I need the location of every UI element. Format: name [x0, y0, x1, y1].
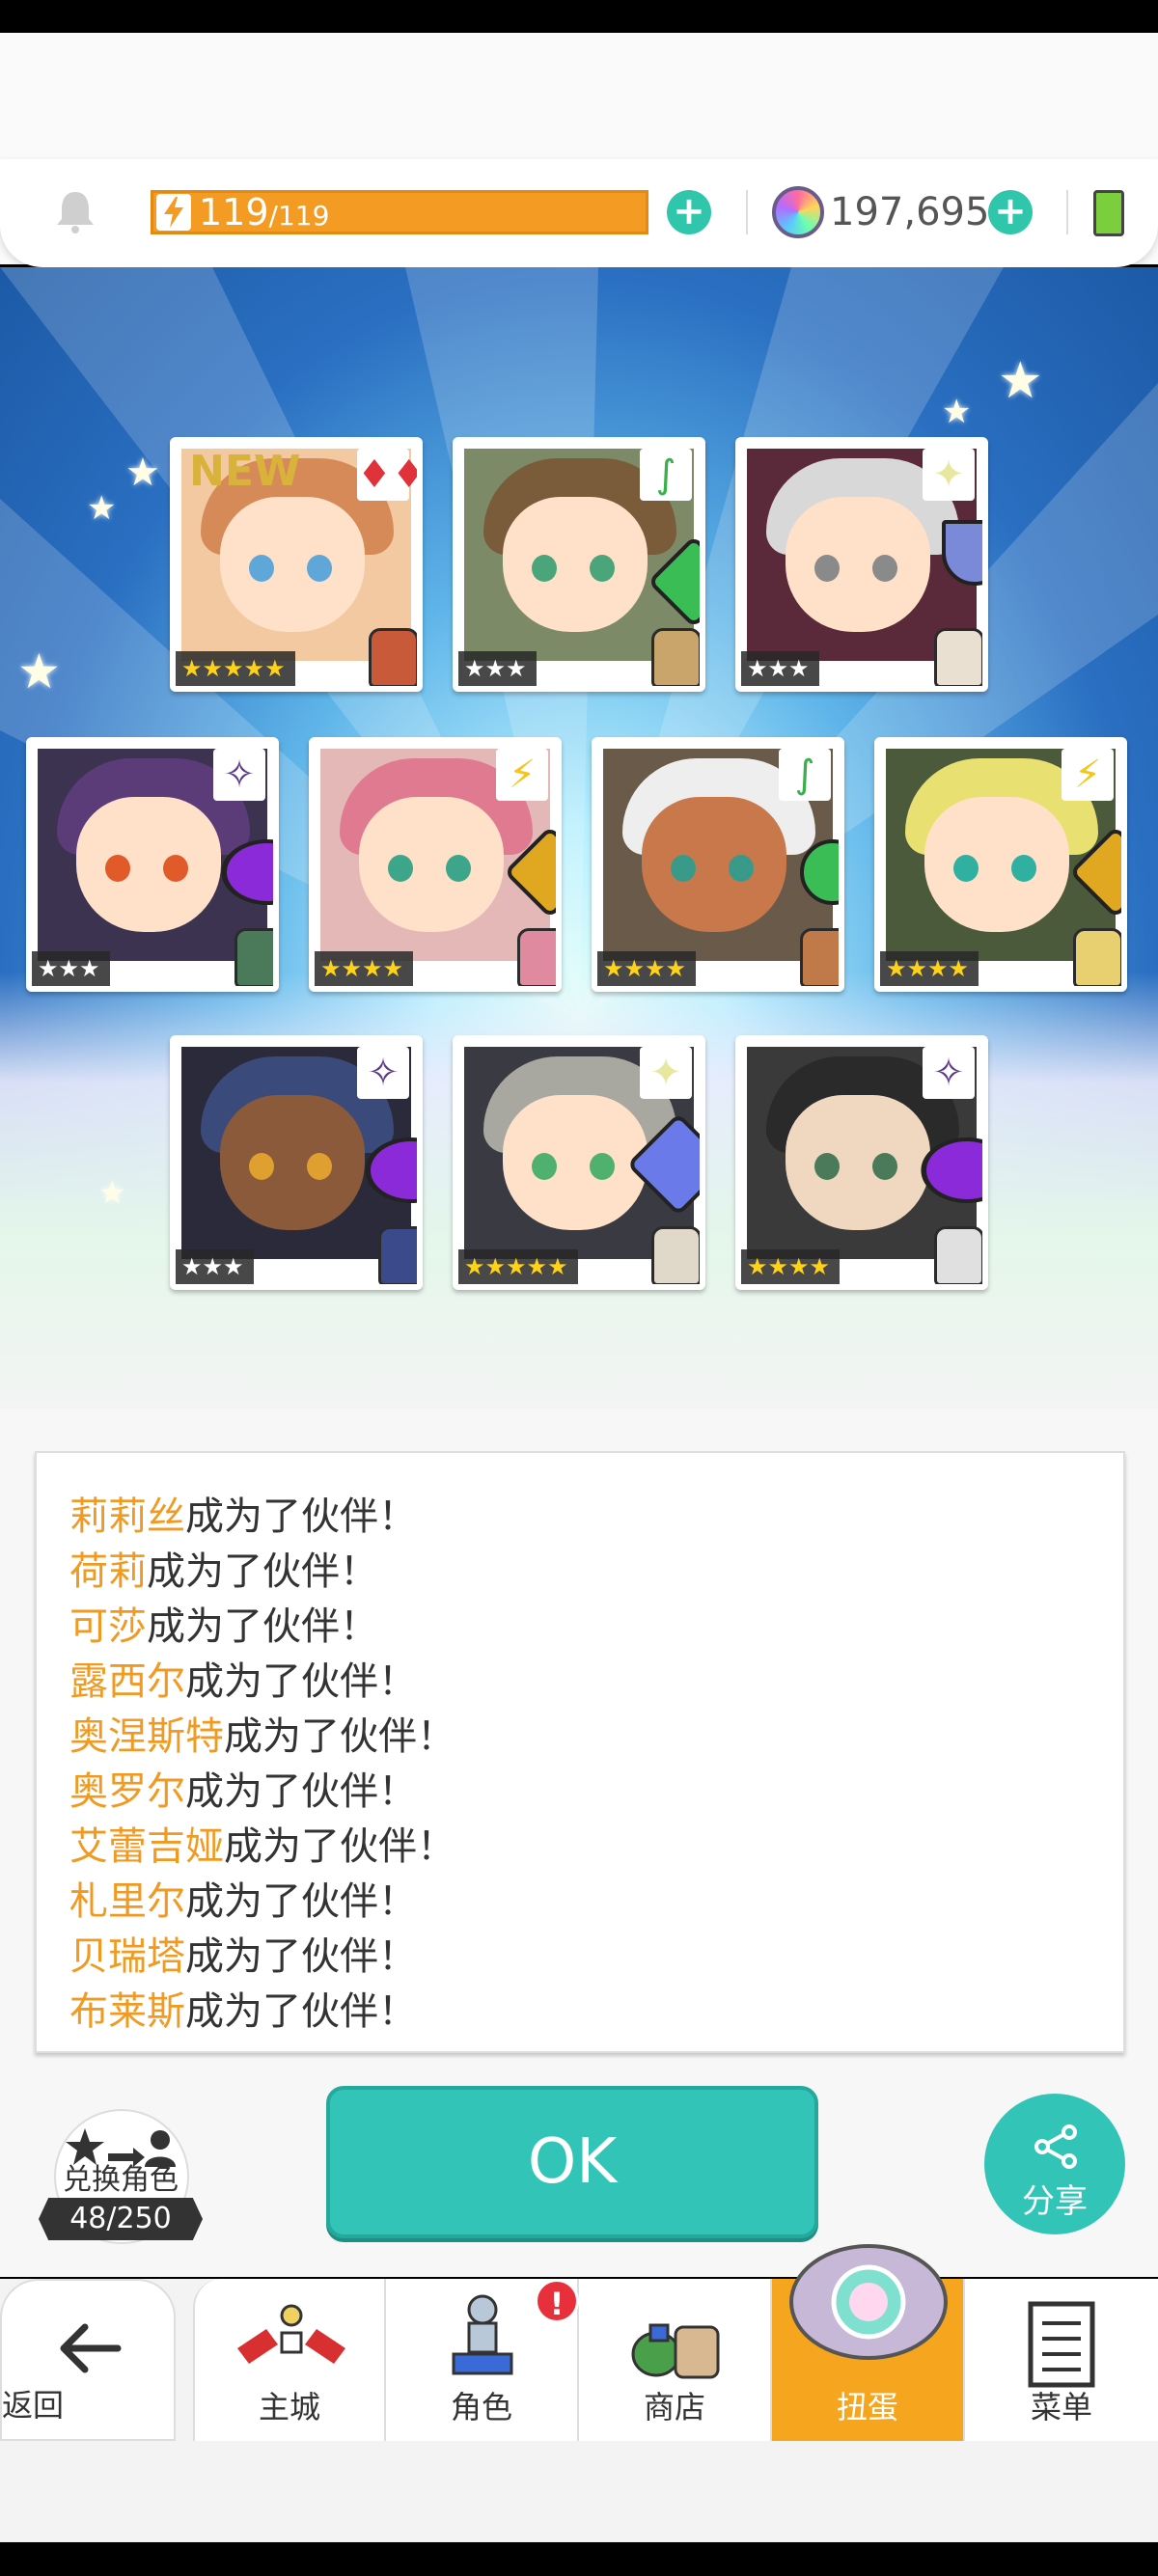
element-icon: ✦: [640, 1047, 692, 1099]
nav-menu-label: 菜单: [1030, 2389, 1092, 2425]
share-label: 分享: [1022, 2182, 1088, 2221]
rarity-stars: ★★★: [458, 651, 537, 686]
new-badge: NEW: [189, 447, 301, 496]
result-line: 札里尔成为了伙伴！: [69, 1879, 417, 1924]
gem-icon: [772, 186, 824, 238]
character-card[interactable]: ✦ ★★★★★: [453, 1035, 705, 1290]
stamina-value: 119/119: [199, 191, 330, 233]
character-sprite: [234, 928, 273, 986]
result-line: 贝瑞塔成为了伙伴！: [69, 1934, 417, 1979]
share-button[interactable]: 分享: [984, 2094, 1125, 2234]
gacha-orb-icon: [789, 2244, 948, 2360]
character-card[interactable]: ✦ ★★★: [735, 437, 988, 692]
sparkle-icon: ★: [87, 489, 117, 528]
character-sprite: [800, 928, 839, 986]
nav-gacha[interactable]: 扭蛋: [772, 2244, 965, 2441]
castle-icon: [237, 2304, 345, 2364]
result-line: 露西尔成为了伙伴！: [69, 1659, 417, 1704]
nav-main-city-label: 主城: [258, 2389, 320, 2425]
result-line: 荷莉成为了伙伴！: [69, 1549, 378, 1594]
character-card[interactable]: ∫ ★★★: [453, 437, 705, 692]
battery-icon: [1093, 190, 1124, 236]
sparkle-icon: ★: [942, 393, 972, 431]
sparkle-icon: ★: [125, 451, 160, 495]
ok-button[interactable]: OK: [326, 2086, 818, 2238]
sparkle-icon: ★: [17, 644, 61, 699]
element-icon: ⚡: [1062, 749, 1114, 801]
rarity-stars: ★★★: [741, 651, 819, 686]
bell-icon[interactable]: [54, 188, 96, 234]
menu-list-icon: [1028, 2301, 1095, 2388]
character-sprite: [934, 628, 982, 686]
character-card[interactable]: ✧ ★★★★: [735, 1035, 988, 1290]
rarity-stars: ★★★★: [880, 951, 979, 986]
element-icon: ∫: [779, 749, 831, 801]
bottom-spacer: [0, 2441, 1158, 2542]
result-line: 奥罗尔成为了伙伴！: [69, 1769, 417, 1814]
add-gems-button[interactable]: +: [988, 190, 1033, 234]
character-sprite: [651, 1226, 700, 1284]
hud-divider: [746, 190, 748, 234]
element-icon: ✧: [357, 1047, 409, 1099]
add-stamina-button[interactable]: +: [667, 190, 711, 234]
nav-gacha-label: 扭蛋: [836, 2389, 898, 2425]
character-card[interactable]: ✧ ★★★: [26, 737, 279, 992]
result-line: 布莱斯成为了伙伴！: [69, 1989, 417, 2034]
gesture-bar: [0, 2542, 1158, 2576]
character-card[interactable]: ✧ ★★★: [170, 1035, 423, 1290]
character-sprite: [934, 1226, 982, 1284]
rarity-stars: ★★★: [176, 1249, 254, 1284]
result-line: 可莎成为了伙伴！: [69, 1604, 378, 1649]
element-icon: ✧: [213, 749, 265, 801]
nav-menu[interactable]: 菜单: [965, 2279, 1158, 2441]
nav-main-city[interactable]: 主城: [193, 2279, 386, 2441]
character-sprite: [1073, 928, 1121, 986]
nav-characters-label: 角色: [450, 2389, 512, 2425]
result-line: 莉莉丝成为了伙伴！: [69, 1494, 417, 1539]
rarity-stars: ★★★: [32, 951, 110, 986]
rarity-stars: ★★★★: [741, 1249, 841, 1284]
character-sprite: [517, 928, 556, 986]
character-card[interactable]: ⚡ ★★★★: [874, 737, 1127, 992]
back-button[interactable]: 返回: [0, 2279, 176, 2441]
result-line: 艾蕾吉娅成为了伙伴！: [69, 1824, 455, 1869]
status-bar: [0, 0, 1158, 33]
alert-badge: !: [535, 2279, 579, 2323]
rarity-stars: ★★★★★: [458, 1249, 578, 1284]
character-statue-icon: [452, 2294, 513, 2375]
character-card[interactable]: NEW ♦♦ ★★★★★: [170, 437, 423, 692]
sparkle-icon: ★: [998, 352, 1043, 410]
hud-divider-2: [1066, 190, 1068, 234]
element-icon: ⚡: [496, 749, 548, 801]
character-sprite: [651, 628, 700, 686]
gem-count: 197,695: [830, 190, 990, 234]
exchange-count: 48/250: [39, 2198, 203, 2240]
element-icon: ∫: [640, 449, 692, 501]
result-line: 奥涅斯特成为了伙伴！: [69, 1714, 455, 1759]
result-message-box[interactable]: 莉莉丝成为了伙伴！ 荷莉成为了伙伴！ 可莎成为了伙伴！ 露西尔成为了伙伴！ 奥涅…: [35, 1451, 1125, 2053]
character-sprite: [378, 1226, 417, 1284]
nav-shop[interactable]: 商店: [579, 2279, 772, 2441]
lightning-icon: [156, 194, 191, 231]
character-card[interactable]: ⚡ ★★★★: [309, 737, 562, 992]
sparkle-icon: ★: [98, 1174, 126, 1211]
element-icon: ✧: [923, 1047, 975, 1099]
rarity-stars: ★★★★: [315, 951, 414, 986]
rarity-stars: ★★★★: [597, 951, 697, 986]
element-icon: ✦: [923, 449, 975, 501]
share-icon: [1034, 2124, 1077, 2169]
shop-bag-icon: [631, 2323, 720, 2379]
element-icon: ♦♦: [357, 449, 417, 501]
nav-shop-label: 商店: [643, 2389, 705, 2425]
exchange-label: 兑换角色: [63, 2163, 179, 2197]
back-arrow-icon: [60, 2323, 122, 2373]
rarity-stars: ★★★★★: [176, 651, 295, 686]
character-card[interactable]: ∫ ★★★★: [592, 737, 844, 992]
back-label: 返回: [2, 2387, 65, 2424]
character-sprite: [369, 628, 417, 686]
